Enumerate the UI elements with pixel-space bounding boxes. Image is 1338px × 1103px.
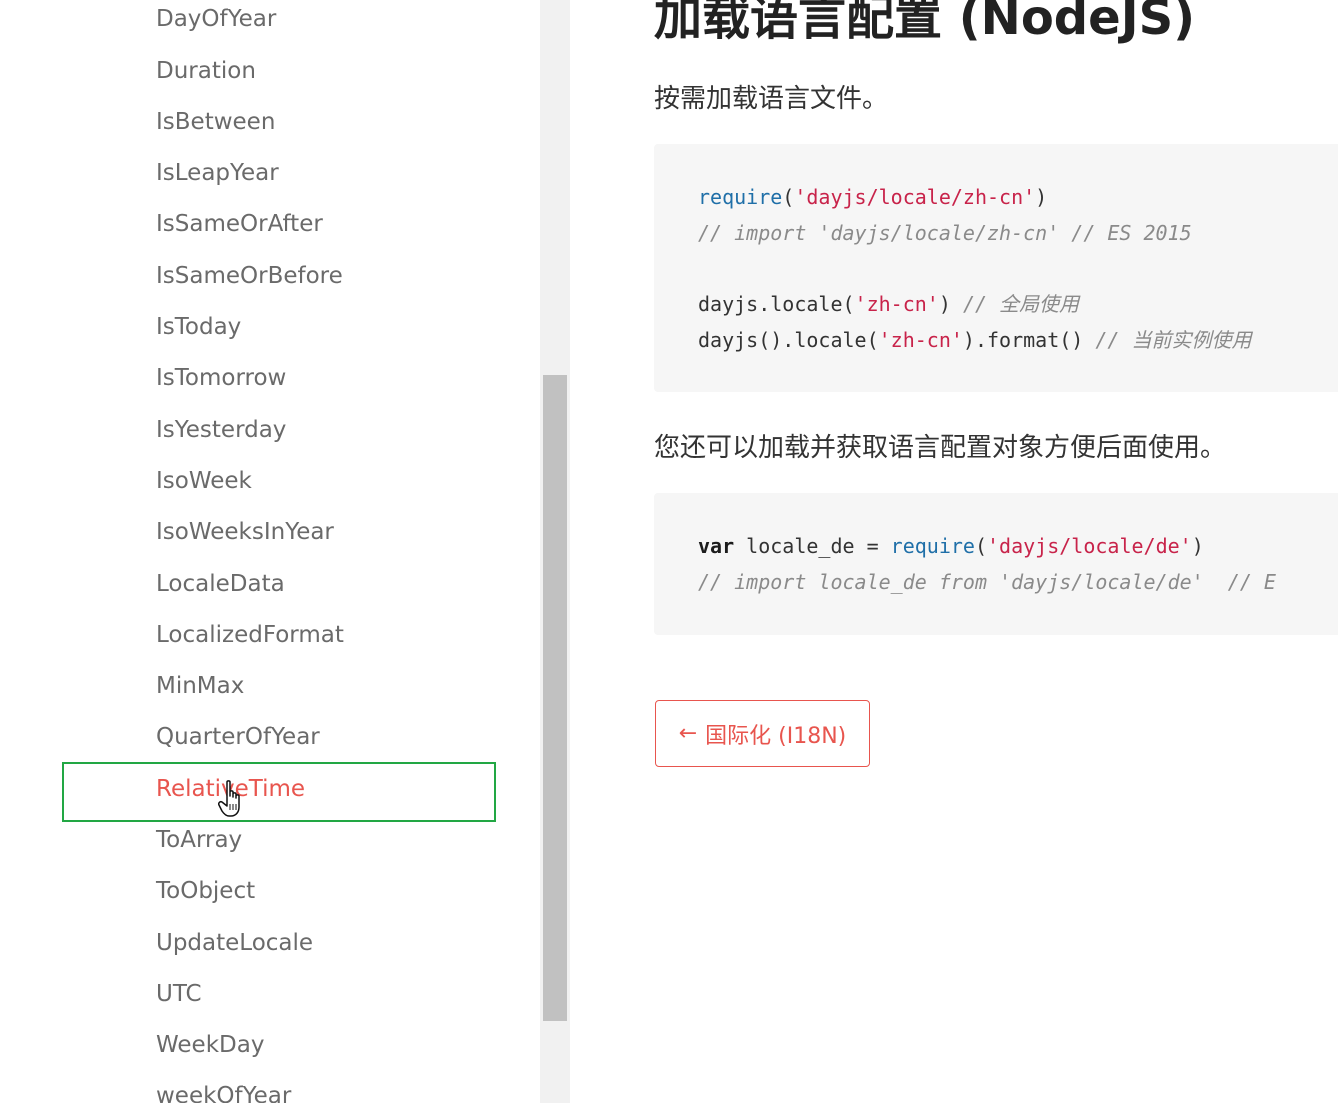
- sidebar-item-isleapyear[interactable]: IsLeapYear: [156, 157, 279, 189]
- code-line: require('dayjs/locale/zh-cn'): [698, 183, 1047, 211]
- prev-page-button[interactable]: ← 国际化 (I18N): [655, 700, 870, 767]
- sidebar: DayOfYear Duration IsBetween IsLeapYear …: [0, 0, 540, 1103]
- code-line: dayjs().locale('zh-cn').format() // 当前实例…: [698, 326, 1252, 354]
- code-token: locale_de =: [734, 534, 891, 558]
- page-title: 加载语言配置 (NodeJS): [654, 0, 1196, 46]
- sidebar-item-toarray[interactable]: ToArray: [156, 824, 242, 856]
- code-comment-line: // import locale_de from 'dayjs/locale/d…: [698, 570, 1276, 594]
- code-token: ): [938, 292, 963, 316]
- sidebar-item-quarterofyear[interactable]: QuarterOfYear: [156, 721, 320, 753]
- code-block-load-locale: require('dayjs/locale/zh-cn') // import …: [654, 144, 1338, 392]
- second-paragraph: 您还可以加载并获取语言配置对象方便后面使用。: [654, 433, 1227, 463]
- code-token: require: [698, 185, 783, 209]
- sidebar-item-toobject[interactable]: ToObject: [156, 875, 255, 907]
- hand-pointer-cursor-icon: [218, 780, 240, 817]
- code-keyword: var: [698, 534, 735, 558]
- code-comment-line: // import 'dayjs/locale/zh-cn' // ES 201…: [698, 221, 1192, 245]
- code-token: require: [890, 534, 975, 558]
- main-content: 加载语言配置 (NodeJS) 按需加载语言文件。 require('dayjs…: [570, 0, 1338, 1103]
- code-line: dayjs.locale('zh-cn') // 全局使用: [698, 290, 1079, 318]
- sidebar-item-istomorrow[interactable]: IsTomorrow: [156, 362, 286, 394]
- code-token: 'zh-cn': [854, 292, 939, 316]
- code-token: 'dayjs/locale/de': [987, 534, 1192, 558]
- sidebar-item-dayofyear[interactable]: DayOfYear: [156, 3, 276, 35]
- sidebar-item-issameorbefore[interactable]: IsSameOrBefore: [156, 260, 343, 292]
- left-arrow-icon: ←: [678, 721, 698, 746]
- code-token: (: [974, 534, 988, 558]
- selection-highlight-box: [62, 762, 496, 822]
- sidebar-item-isoweek[interactable]: IsoWeek: [156, 465, 252, 497]
- code-token: ): [1035, 185, 1048, 209]
- sidebar-item-minmax[interactable]: MinMax: [156, 670, 244, 702]
- code-token: dayjs.locale(: [698, 292, 855, 316]
- code-token: (: [782, 185, 795, 209]
- code-comment: // 全局使用: [962, 292, 1080, 316]
- code-token: 'dayjs/locale/zh-cn': [794, 185, 1036, 209]
- code-token: dayjs().locale(: [698, 328, 879, 352]
- sidebar-item-updatelocale[interactable]: UpdateLocale: [156, 927, 313, 959]
- sidebar-item-isbetween[interactable]: IsBetween: [156, 106, 275, 138]
- sidebar-item-istoday[interactable]: IsToday: [156, 311, 241, 343]
- code-block-locale-object: var locale_de = require('dayjs/locale/de…: [654, 493, 1338, 635]
- code-token: 'zh-cn': [878, 328, 963, 352]
- sidebar-item-issameorafter[interactable]: IsSameOrAfter: [156, 208, 323, 240]
- sidebar-item-isoweeksinyear[interactable]: IsoWeeksInYear: [156, 516, 334, 548]
- sidebar-item-localizedformat[interactable]: LocalizedFormat: [156, 619, 344, 651]
- page: DayOfYear Duration IsBetween IsLeapYear …: [0, 0, 1338, 1103]
- sidebar-item-duration[interactable]: Duration: [156, 55, 256, 87]
- code-line: var locale_de = require('dayjs/locale/de…: [698, 532, 1204, 560]
- code-token: ): [1191, 534, 1204, 558]
- sidebar-item-localedata[interactable]: LocaleData: [156, 568, 285, 600]
- sidebar-item-weekday[interactable]: WeekDay: [156, 1029, 264, 1061]
- prev-page-label: 国际化 (I18N): [705, 723, 847, 749]
- intro-paragraph: 按需加载语言文件。: [654, 84, 889, 114]
- sidebar-item-isyesterday[interactable]: IsYesterday: [156, 414, 286, 446]
- sidebar-scrollbar-thumb[interactable]: [543, 375, 567, 1021]
- code-comment: // 当前实例使用: [1095, 328, 1252, 352]
- sidebar-item-utc[interactable]: UTC: [156, 978, 202, 1010]
- code-token: ).format(): [962, 328, 1096, 352]
- sidebar-item-weekofyear[interactable]: weekOfYear: [156, 1080, 291, 1103]
